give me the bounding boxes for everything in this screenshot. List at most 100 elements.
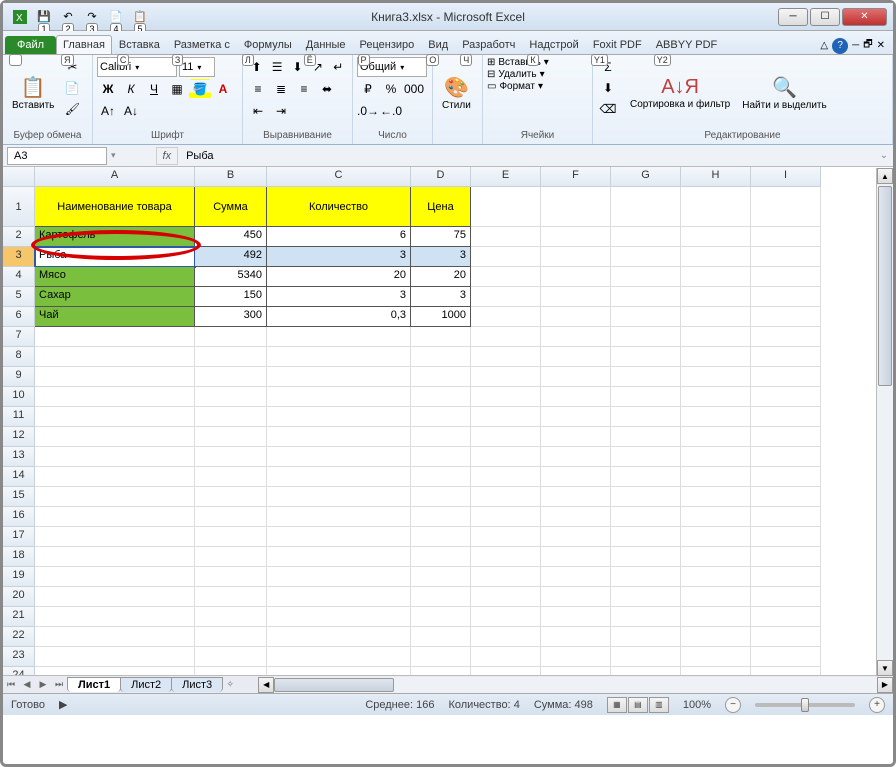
- cell-a5[interactable]: Сахар: [35, 287, 195, 307]
- qat-5-icon[interactable]: 📋5: [129, 6, 151, 28]
- cell-b5[interactable]: 150: [195, 287, 267, 307]
- cell[interactable]: [611, 487, 681, 507]
- cell[interactable]: [35, 447, 195, 467]
- cell[interactable]: [471, 667, 541, 675]
- cell[interactable]: [541, 347, 611, 367]
- cell[interactable]: [611, 567, 681, 587]
- cell[interactable]: [471, 607, 541, 627]
- cell[interactable]: [541, 487, 611, 507]
- column-header-B[interactable]: B: [195, 167, 267, 187]
- row-header-16[interactable]: 16: [3, 507, 35, 527]
- cell[interactable]: [35, 567, 195, 587]
- cell[interactable]: [611, 267, 681, 287]
- cell-d2[interactable]: 75: [411, 227, 471, 247]
- cell[interactable]: [541, 267, 611, 287]
- merge-icon[interactable]: ⬌: [316, 79, 338, 99]
- align-right-icon[interactable]: ≡: [293, 79, 315, 99]
- cell[interactable]: [35, 527, 195, 547]
- fill-color-icon[interactable]: 🪣: [189, 79, 211, 99]
- cell[interactable]: [611, 307, 681, 327]
- cell[interactable]: [681, 407, 751, 427]
- cell[interactable]: [195, 607, 267, 627]
- cell[interactable]: [541, 667, 611, 675]
- row-header-9[interactable]: 9: [3, 367, 35, 387]
- row-header-19[interactable]: 19: [3, 567, 35, 587]
- cell[interactable]: [267, 647, 411, 667]
- underline-icon[interactable]: Ч: [143, 79, 165, 99]
- sheet-tab-2[interactable]: Лист2: [120, 677, 172, 692]
- header-cell[interactable]: Количество: [267, 187, 411, 227]
- cell[interactable]: [471, 287, 541, 307]
- cell[interactable]: [471, 527, 541, 547]
- cell[interactable]: [541, 427, 611, 447]
- tab-review[interactable]: РецензироР: [353, 35, 422, 54]
- column-header-H[interactable]: H: [681, 167, 751, 187]
- cell[interactable]: [751, 507, 821, 527]
- cell[interactable]: [35, 587, 195, 607]
- cell-b6[interactable]: 300: [195, 307, 267, 327]
- cell[interactable]: [681, 347, 751, 367]
- font-name-combo[interactable]: Calibri▾: [97, 57, 177, 77]
- cell[interactable]: [471, 367, 541, 387]
- cell[interactable]: [35, 507, 195, 527]
- cell[interactable]: [681, 367, 751, 387]
- row-header-6[interactable]: 6: [3, 307, 35, 327]
- cell-d6[interactable]: 1000: [411, 307, 471, 327]
- cell[interactable]: [751, 267, 821, 287]
- new-sheet-icon[interactable]: ✧: [222, 679, 238, 690]
- tab-formulas[interactable]: ФормулыЛ: [237, 35, 299, 54]
- bold-icon[interactable]: Ж: [97, 79, 119, 99]
- cell[interactable]: [611, 547, 681, 567]
- cell[interactable]: [541, 447, 611, 467]
- cell-d5[interactable]: 3: [411, 287, 471, 307]
- cell[interactable]: [411, 527, 471, 547]
- cell[interactable]: [267, 387, 411, 407]
- cell[interactable]: [267, 427, 411, 447]
- paste-button[interactable]: 📋 Вставить: [7, 57, 59, 129]
- cell[interactable]: [195, 447, 267, 467]
- cell[interactable]: [195, 487, 267, 507]
- cell[interactable]: [751, 667, 821, 675]
- excel-icon[interactable]: X: [9, 6, 31, 28]
- cell[interactable]: [267, 567, 411, 587]
- cell[interactable]: [195, 387, 267, 407]
- cell[interactable]: [751, 647, 821, 667]
- view-normal-icon[interactable]: ▦: [607, 697, 627, 713]
- fill-icon[interactable]: ⬇: [597, 78, 619, 98]
- row-header-21[interactable]: 21: [3, 607, 35, 627]
- cell-a6[interactable]: Чай: [35, 307, 195, 327]
- view-pagebreak-icon[interactable]: ▥: [649, 697, 669, 713]
- undo-icon[interactable]: ↶2: [57, 6, 79, 28]
- cell[interactable]: [541, 627, 611, 647]
- cell[interactable]: [541, 407, 611, 427]
- cell[interactable]: [611, 507, 681, 527]
- border-icon[interactable]: ▦: [166, 79, 188, 99]
- column-header-C[interactable]: C: [267, 167, 411, 187]
- cell[interactable]: [471, 187, 541, 227]
- cell[interactable]: [411, 347, 471, 367]
- cell-c2[interactable]: 6: [267, 227, 411, 247]
- cell[interactable]: [611, 667, 681, 675]
- zoom-level[interactable]: 100%: [683, 699, 711, 711]
- comma-icon[interactable]: 000: [403, 79, 425, 99]
- cell[interactable]: [611, 647, 681, 667]
- cell[interactable]: [751, 607, 821, 627]
- cell[interactable]: [267, 627, 411, 647]
- cell[interactable]: [751, 187, 821, 227]
- cell[interactable]: [411, 507, 471, 527]
- cell[interactable]: [611, 467, 681, 487]
- row-header-1[interactable]: 1: [3, 187, 35, 227]
- tab-data[interactable]: ДанныеЁ: [299, 35, 353, 54]
- cell[interactable]: [541, 327, 611, 347]
- cell[interactable]: [611, 347, 681, 367]
- find-select-button[interactable]: 🔍 Найти и выделить: [737, 57, 831, 129]
- cell[interactable]: [195, 507, 267, 527]
- cell[interactable]: [681, 247, 751, 267]
- sheet-prev-icon[interactable]: ◀: [19, 679, 35, 690]
- cell[interactable]: [751, 247, 821, 267]
- decrease-indent-icon[interactable]: ⇤: [247, 101, 269, 121]
- expand-formula-icon[interactable]: ⌄: [875, 150, 893, 161]
- tab-home[interactable]: ГлавнаяЯ: [56, 35, 112, 54]
- sort-filter-button[interactable]: А↓Я Сортировка и фильтр: [625, 57, 735, 129]
- cell[interactable]: [195, 467, 267, 487]
